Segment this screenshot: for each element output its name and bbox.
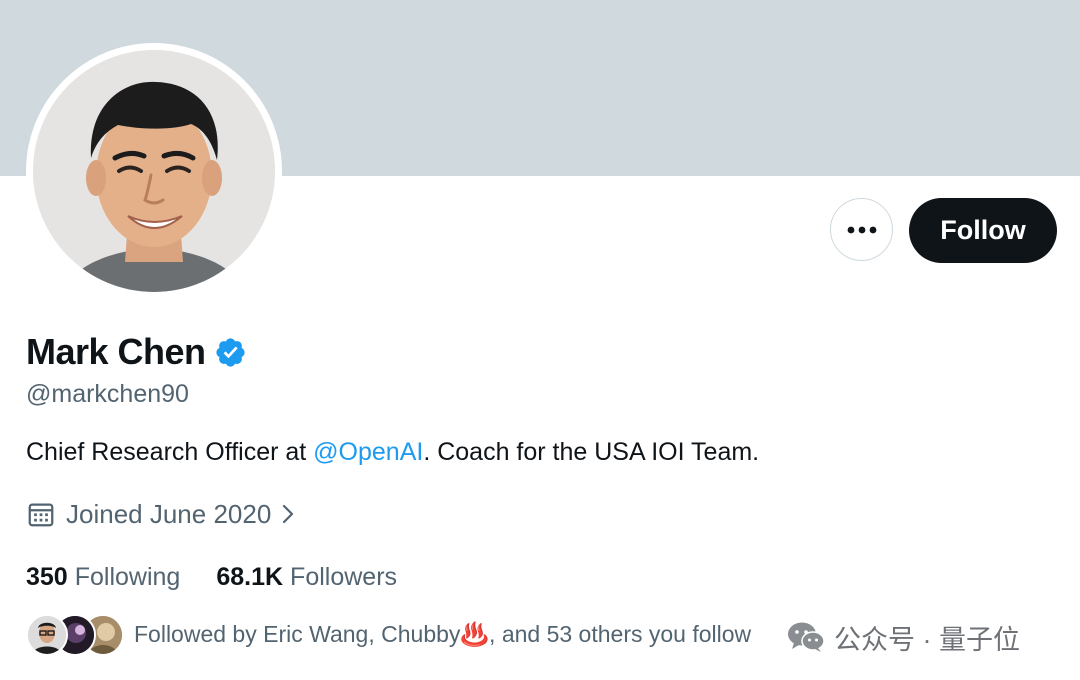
- bio-mention-link[interactable]: @OpenAI: [313, 438, 423, 466]
- more-options-button[interactable]: [830, 198, 893, 261]
- verified-badge-icon[interactable]: [214, 336, 247, 369]
- following-label: Following: [74, 562, 181, 591]
- profile-handle: @markchen90: [26, 380, 189, 408]
- followed-by-row[interactable]: Followed by Eric Wang, Chubby♨️, and 53 …: [26, 612, 751, 656]
- chevron-right-icon: [283, 504, 294, 524]
- followers-label: Followers: [290, 562, 398, 591]
- joined-date-row[interactable]: Joined June 2020: [26, 497, 299, 531]
- mutual-avatars: [26, 614, 124, 656]
- watermark: 公众号 · 量子位: [786, 617, 1020, 657]
- watermark-text: 公众号 · 量子位: [834, 624, 1020, 655]
- bio-text-prefix: Chief Research Officer at: [26, 438, 314, 466]
- profile-bio: Chief Research Officer at @OpenAI. Coach…: [26, 438, 759, 467]
- avatar-photo: [33, 50, 275, 292]
- mutual-avatar-1: [26, 614, 68, 656]
- wechat-icon: [788, 622, 825, 652]
- followers-count: 68.1K: [216, 562, 284, 591]
- joined-date-text: Joined June 2020: [66, 498, 272, 529]
- following-count: 350: [26, 562, 68, 591]
- profile-avatar[interactable]: [26, 43, 282, 299]
- followers-link[interactable]: 68.1K Followers: [216, 563, 397, 592]
- follow-stats: 350 Following 68.1K Followers: [26, 560, 397, 594]
- calendar-icon: [28, 503, 54, 527]
- profile-name-row: Mark Chen: [26, 326, 247, 378]
- bio-text-suffix: . Coach for the USA IOI Team.: [423, 438, 760, 466]
- more-horizontal-icon: [847, 226, 876, 233]
- display-name: Mark Chen: [26, 331, 206, 372]
- following-link[interactable]: 350 Following: [26, 563, 180, 592]
- followed-by-text: Followed by Eric Wang, Chubby♨️, and 53 …: [134, 620, 752, 647]
- follow-button[interactable]: Follow: [909, 198, 1057, 263]
